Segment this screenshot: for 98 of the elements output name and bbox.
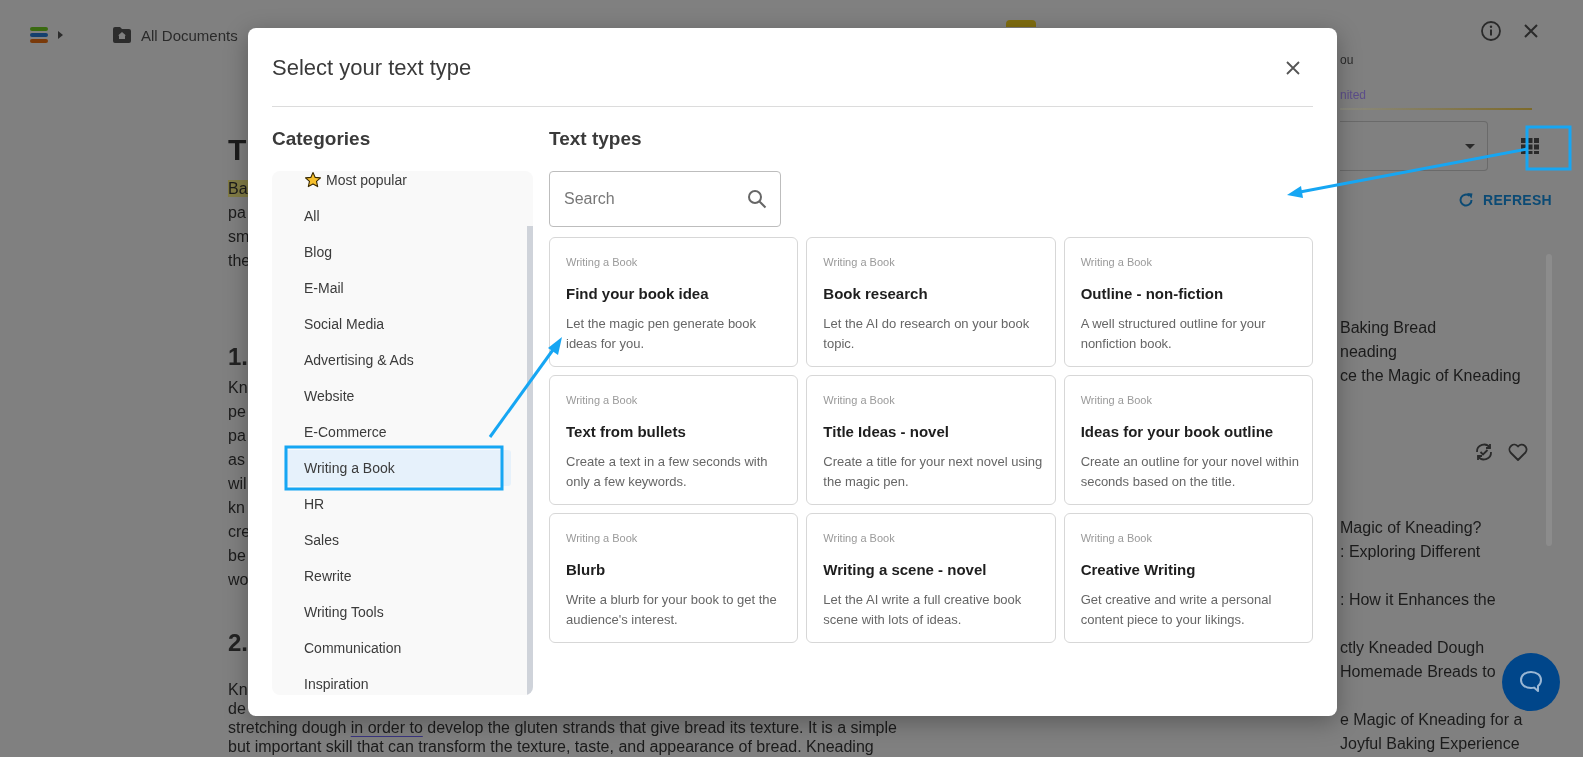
card-title: Outline - non-fiction <box>1080 284 1225 304</box>
category-item[interactable]: Inspiration <box>284 666 511 695</box>
card-category: Writing a Book <box>1080 393 1153 408</box>
highlighted-text: Ba <box>228 180 248 197</box>
star-icon <box>304 171 322 189</box>
search-field[interactable]: Search <box>549 171 781 227</box>
card-description: Create a text in a few seconds with only a few keywords. <box>566 453 769 491</box>
chat-bubble-icon <box>1518 669 1544 695</box>
card-description: Write a blurb for your book to get the audience's interest. <box>566 591 778 629</box>
paragraph-line: pa <box>228 203 246 223</box>
section-heading: 1. <box>228 342 248 372</box>
outline-text-line: : How it Enhances the <box>1340 590 1496 610</box>
card-title: Writing a scene - novel <box>823 560 988 580</box>
text-type-card[interactable]: Writing a Book Writing a scene - novel Let the AI write a full creative book scene with lots of ideas. <box>806 513 1056 643</box>
close-icon[interactable] <box>1285 59 1301 76</box>
category-item[interactable]: Social Media <box>284 306 511 342</box>
card-title: Creative Writing <box>1080 560 1197 580</box>
refresh-icon <box>1457 191 1475 209</box>
paragraph-line: wil <box>228 474 247 494</box>
highlight-frame <box>1525 125 1572 171</box>
text-type-card[interactable]: Writing a Book Creative Writing Get creative and write a personal content piece to your likings. <box>1063 513 1313 643</box>
category-item[interactable]: HR <box>284 486 511 522</box>
category-item[interactable]: Sales <box>284 522 511 558</box>
card-title: Find your book idea <box>566 284 710 304</box>
text-type-card[interactable]: Writing a Book Outline - non-fiction A well structured outline for your nonfiction book. <box>1063 237 1313 367</box>
section-heading: Categories <box>272 127 372 151</box>
card-category: Writing a Book <box>566 393 639 408</box>
category-item[interactable]: Advertising & Ads <box>284 342 511 378</box>
text-type-card[interactable]: Writing a Book Find your book idea Let the magic pen generate book ideas for you. <box>549 237 799 367</box>
text-type-card[interactable]: Writing a Book Book research Let the AI do research on your book topic. <box>806 237 1056 367</box>
card-category: Writing a Book <box>823 255 896 270</box>
paragraph-line: Kn <box>228 680 248 699</box>
card-category: Writing a Book <box>823 531 896 546</box>
outline-text-line: Homemade Breads to <box>1340 662 1496 682</box>
search-icon <box>747 189 767 209</box>
card-title: Blurb <box>566 560 607 580</box>
paragraph-line: Kn <box>228 378 248 398</box>
outline-text-line: : Exploring Different <box>1340 542 1481 562</box>
panel-subtitle: ou <box>1340 53 1355 67</box>
breadcrumb-link[interactable]: All Documents <box>141 26 238 44</box>
grid-icon[interactable] <box>1520 136 1540 156</box>
card-description: Create an outline for your novel within seconds based on the title. <box>1080 453 1300 491</box>
card-description: Let the AI do research on your book topic. <box>823 315 1031 353</box>
paragraph-line: kn <box>228 498 245 518</box>
text-type-card[interactable]: Writing a Book Ideas for your book outline Create an outline for your novel within seconds based on the title. <box>1063 375 1313 505</box>
card-description: Let the magic pen generate book ideas for you. <box>566 315 758 353</box>
category-item[interactable]: E-Commerce <box>284 414 511 450</box>
text-type-dropdown[interactable] <box>1340 121 1488 171</box>
section-heading: 2. <box>228 628 248 658</box>
card-description: A well structured outline for your nonfiction book. <box>1080 315 1267 353</box>
card-description: Get creative and write a personal content piece to your likings. <box>1080 591 1273 629</box>
outline-text-line: ctly Kneaded Dough <box>1340 638 1485 658</box>
card-category: Writing a Book <box>823 393 896 408</box>
card-category: Writing a Book <box>566 531 639 546</box>
card-category: Writing a Book <box>566 255 639 270</box>
card-title: Title Ideas - novel <box>823 422 950 442</box>
paragraph-line: pa <box>228 426 246 446</box>
text-type-card[interactable]: Writing a Book Blurb Write a blurb for your book to get the audience's interest. <box>549 513 799 643</box>
card-description: Let the AI write a full creative book scene with lots of ideas. <box>823 591 1023 629</box>
outline-text-line: Magic of Kneading? <box>1340 518 1482 538</box>
card-category: Writing a Book <box>1080 531 1153 546</box>
card-description: Create a title for your next novel using the magic pen. <box>823 453 1043 491</box>
card-title: Text from bullets <box>566 422 687 442</box>
chat-button[interactable] <box>1502 653 1560 711</box>
category-item[interactable]: Writing Tools <box>284 594 511 630</box>
category-item[interactable]: Most popular <box>284 171 511 198</box>
paragraph-line: be <box>228 546 246 566</box>
document-title: T <box>228 132 247 168</box>
section-heading: Text types <box>549 127 643 151</box>
result-text-line: Baking Bread <box>1340 318 1437 338</box>
paragraph-line: but important skill that can transform the texture, taste, and appearance of bread. Kneading <box>228 737 874 756</box>
card-category: Writing a Book <box>1080 255 1153 270</box>
category-item[interactable]: Website <box>284 378 511 414</box>
paragraph-line: sm <box>228 227 250 247</box>
text-type-card[interactable]: Writing a Book Title Ideas - novel Create a title for your next novel using the magic pen. <box>806 375 1056 505</box>
category-item[interactable]: All <box>284 198 511 234</box>
category-item[interactable]: E-Mail <box>284 270 511 306</box>
paragraph-line: as <box>228 450 245 470</box>
result-text-line: neading <box>1340 342 1397 362</box>
card-title: Book research <box>823 284 929 304</box>
outline-text-line: e Magic of Kneading for a <box>1340 710 1523 730</box>
text-type-card[interactable]: Writing a Book Text from bullets Create a text in a few seconds with only a few keywords. <box>549 375 799 505</box>
caret-down-icon <box>1465 143 1475 149</box>
category-item[interactable]: Communication <box>284 630 511 666</box>
paragraph-line: stretching dough in order to develop the gluten strands that give bread its texture. It is a simple <box>228 718 897 737</box>
category-item[interactable]: Rewrite <box>284 558 511 594</box>
paragraph-line: de <box>228 699 246 718</box>
category-item[interactable]: Writing a Book <box>284 450 511 486</box>
category-item[interactable]: Blog <box>284 234 511 270</box>
scrollbar-track[interactable] <box>527 226 533 695</box>
paragraph-line: pe <box>228 402 246 422</box>
home-folder-icon <box>113 27 131 43</box>
card-title: Ideas for your book outline <box>1080 422 1275 442</box>
info-icon[interactable] <box>1480 20 1502 42</box>
paragraph-line: wo <box>228 570 249 590</box>
outline-text-line: Joyful Baking Experience <box>1340 734 1520 754</box>
dialog-title: Select your text type <box>272 54 472 81</box>
result-text-line: ce the Magic of Kneading <box>1340 366 1521 386</box>
